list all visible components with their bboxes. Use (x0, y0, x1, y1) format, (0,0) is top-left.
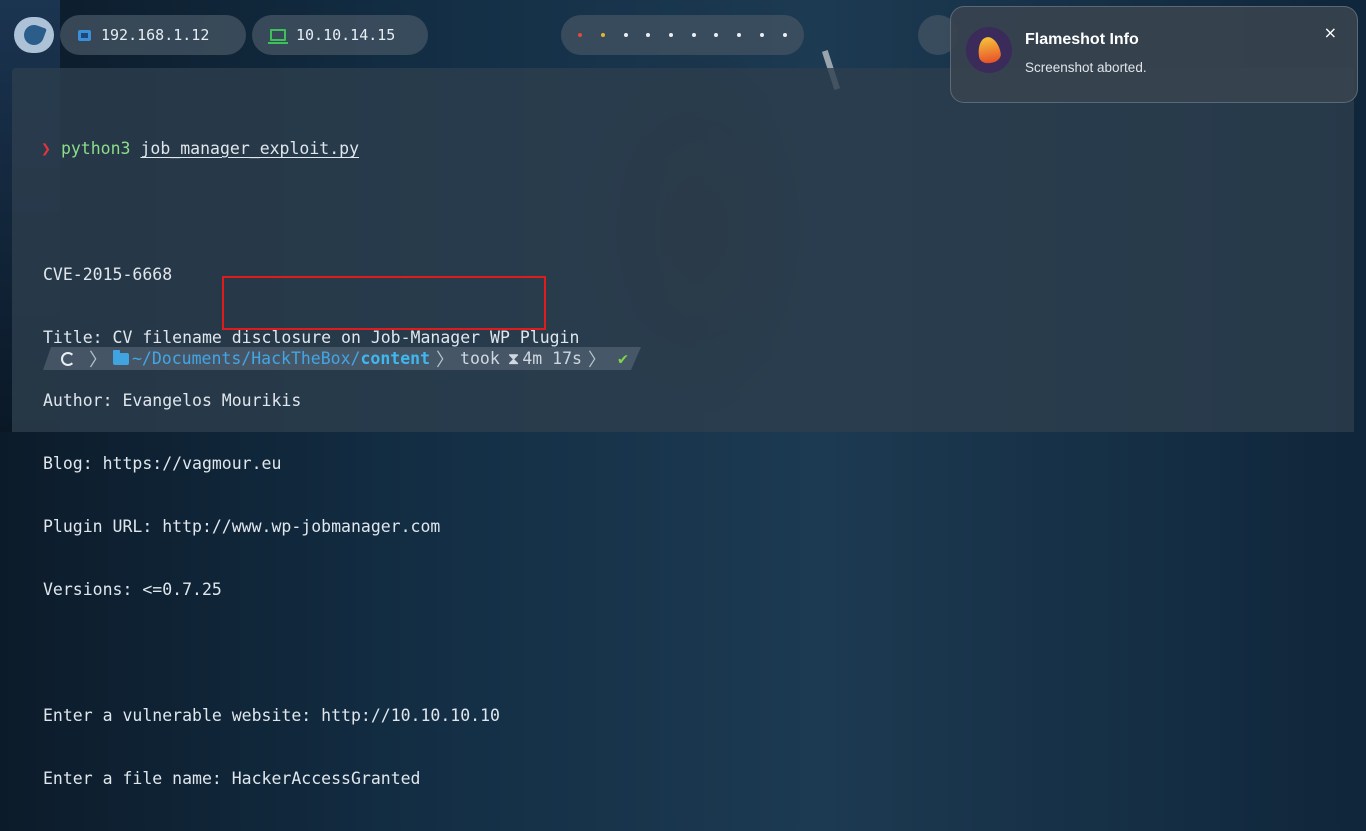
workspace-9[interactable] (759, 33, 764, 37)
input-value: http://10.10.10.10 (321, 706, 500, 725)
shell-prompt-bar: 〉 ~/Documents/HackTheBox/content 〉 took … (43, 347, 641, 371)
command-duration: 4m 17s (522, 349, 582, 368)
workspace-6[interactable] (691, 33, 696, 37)
workspace-switcher (561, 15, 804, 55)
chevron-right-icon: 〉 (436, 349, 455, 371)
output-line: Blog: https://vagmour.eu (43, 454, 282, 473)
terminal-output: ❯ python3 job_manager_exploit.py CVE-201… (41, 96, 580, 831)
output-line: Plugin URL: http://www.wp-jobmanager.com (43, 517, 441, 536)
laptop-icon (268, 29, 288, 44)
workspace-5[interactable] (669, 33, 674, 37)
command-line: ❯ python3 job_manager_exploit.py (41, 138, 579, 159)
input-line-filename: Enter a file name: HackerAccessGranted (43, 768, 579, 789)
terminal-window[interactable]: ❯ python3 job_manager_exploit.py CVE-201… (12, 68, 1354, 788)
input-value: HackerAccessGranted (231, 769, 421, 788)
command-name: python3 (60, 139, 131, 158)
input-line-website: Enter a vulnerable website: http://10.10… (43, 705, 579, 726)
input-prompt-label: Enter a file name: (43, 769, 232, 788)
notification-body: Screenshot aborted. (1025, 60, 1147, 75)
close-icon[interactable]: × (1324, 23, 1337, 42)
notification-title: Flameshot Info (1025, 31, 1139, 48)
flame-icon (975, 35, 1003, 65)
workspace-8[interactable] (737, 33, 742, 37)
input-prompt-label: Enter a vulnerable website: (43, 706, 322, 725)
output-line: Title: CV filename disclosure on Job-Man… (43, 328, 580, 347)
prompt-path-prefix: ~/Documents/HackTheBox/ (132, 349, 361, 368)
vpn-ip-text: 10.10.14.15 (296, 26, 396, 44)
output-line: Versions: <=0.7.25 (43, 580, 222, 599)
local-ip-widget[interactable]: 192.168.1.12 (60, 15, 246, 55)
success-check-icon: ✔ (617, 349, 628, 368)
debian-swirl-icon (61, 351, 75, 366)
workspace-4[interactable] (646, 33, 651, 37)
workspace-10[interactable] (782, 33, 787, 37)
distro-menu-button[interactable] (14, 17, 54, 53)
workspace-2[interactable] (601, 33, 606, 37)
hourglass-icon: ⧗ (507, 348, 520, 368)
kali-dragon-icon (21, 22, 47, 48)
network-icon (78, 29, 91, 41)
prompt-arrow-icon: ❯ (41, 139, 51, 158)
vpn-ip-widget[interactable]: 10.10.14.15 (252, 15, 428, 55)
command-argument: job_manager_exploit.py (140, 139, 360, 158)
flameshot-app-icon (966, 27, 1012, 73)
local-ip-text: 192.168.1.12 (101, 26, 210, 44)
chevron-right-icon: 〉 (587, 349, 606, 371)
chevron-right-icon: 〉 (89, 349, 107, 371)
prompt-path-current: content (360, 349, 431, 368)
workspace-7[interactable] (714, 33, 719, 37)
took-label: took (460, 349, 500, 368)
workspace-1[interactable] (578, 33, 583, 37)
output-line: CVE-2015-6668 (43, 265, 173, 284)
folder-icon (113, 349, 129, 365)
notification-popup[interactable]: Flameshot Info Screenshot aborted. × (950, 6, 1358, 103)
workspace-3[interactable] (623, 33, 628, 37)
output-line: Author: Evangelos Mourikis (43, 391, 302, 410)
